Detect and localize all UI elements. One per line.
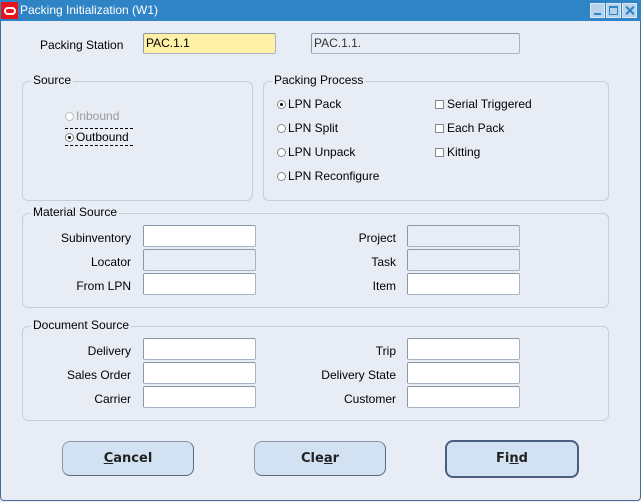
oracle-logo-icon [1, 2, 18, 19]
customer-label: Customer [343, 392, 396, 406]
maximize-icon[interactable] [606, 3, 621, 18]
minimize-icon[interactable] [590, 3, 605, 18]
from-lpn-input[interactable] [143, 273, 256, 295]
checkbox-kitting[interactable]: Kitting [435, 145, 480, 159]
customer-input[interactable] [407, 386, 520, 408]
subinventory-label: Subinventory [60, 231, 131, 245]
delivery-label: Delivery [87, 344, 131, 358]
packing-station-label: Packing Station [40, 38, 124, 52]
item-input[interactable] [407, 273, 520, 295]
checkbox-icon [435, 99, 444, 109]
carrier-input[interactable] [143, 386, 256, 408]
task-input [407, 249, 520, 271]
delivery-input[interactable] [143, 338, 256, 360]
find-label-post: d [518, 451, 528, 466]
carrier-label: Carrier [94, 392, 131, 406]
locator-label: Locator [90, 255, 131, 269]
trip-input[interactable] [407, 338, 520, 360]
checkbox-icon [435, 147, 444, 157]
checkbox-serial-triggered[interactable]: Serial Triggered [435, 97, 532, 111]
subinventory-input[interactable] [143, 225, 256, 247]
close-icon[interactable] [622, 3, 637, 18]
clear-mnemonic: a [323, 451, 333, 466]
material-source-title: Material Source [31, 205, 120, 219]
project-input [407, 225, 520, 247]
clear-button[interactable]: Clear [254, 441, 386, 476]
checkbox-icon [435, 123, 444, 133]
sales-order-input[interactable] [143, 362, 256, 384]
packing-process-title: Packing Process [272, 73, 366, 87]
radio-icon [277, 147, 286, 157]
find-button[interactable]: Find [445, 440, 579, 478]
sales-order-label: Sales Order [66, 368, 131, 382]
project-label: Project [358, 231, 396, 245]
radio-checked-icon [65, 132, 74, 142]
title-bar: Packing Initialization (W1) [0, 0, 641, 21]
find-mnemonic: n [509, 451, 519, 466]
clear-label-post: r [332, 451, 340, 466]
task-label: Task [371, 255, 396, 269]
radio-lpn-reconfigure[interactable]: LPN Reconfigure [277, 169, 379, 183]
checkbox-each-pack[interactable]: Each Pack [435, 121, 504, 135]
radio-icon [277, 171, 286, 181]
cancel-button[interactable]: Cancel [62, 441, 194, 476]
cancel-mnemonic: C [103, 451, 114, 466]
radio-lpn-split[interactable]: LPN Split [277, 121, 338, 135]
packing-station-input[interactable]: PAC.1.1 [143, 33, 276, 54]
item-label: Item [372, 279, 396, 293]
cancel-label-post: ancel [113, 451, 153, 466]
radio-icon [65, 111, 74, 121]
window-title: Packing Initialization (W1) [20, 3, 159, 17]
document-source-title: Document Source [31, 318, 132, 332]
source-group-title: Source [31, 73, 74, 87]
radio-icon [277, 123, 286, 133]
radio-lpn-unpack[interactable]: LPN Unpack [277, 145, 355, 159]
trip-label: Trip [375, 344, 396, 358]
radio-lpn-pack[interactable]: LPN Pack [277, 97, 341, 111]
locator-input [143, 249, 256, 271]
delivery-state-input[interactable] [407, 362, 520, 384]
radio-outbound[interactable]: Outbound [65, 128, 133, 146]
source-group: Source [22, 73, 253, 201]
radio-inbound: Inbound [65, 109, 119, 123]
clear-label-pre: Cle [300, 451, 324, 466]
from-lpn-label: From LPN [76, 279, 131, 293]
find-label-pre: Fi [496, 451, 510, 466]
radio-checked-icon [277, 99, 286, 109]
delivery-state-label: Delivery State [321, 368, 396, 382]
packing-station-description: PAC.1.1. [311, 33, 520, 54]
